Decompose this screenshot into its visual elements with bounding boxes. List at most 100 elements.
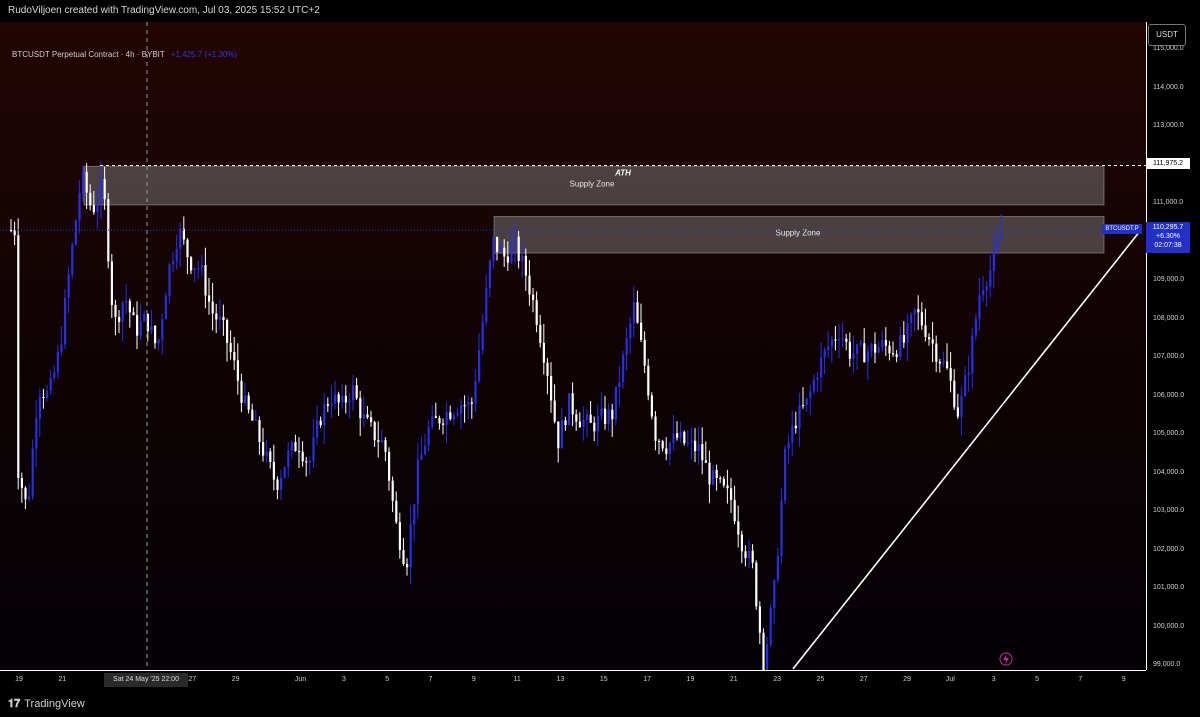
price-tick-label: 100,000.0 xyxy=(1153,622,1185,630)
price-tick-label: 114,000.0 xyxy=(1153,83,1184,91)
bear-candle xyxy=(294,442,297,452)
bull-candle xyxy=(960,395,963,417)
bull-candle xyxy=(769,607,772,645)
bear-candle xyxy=(13,230,16,236)
bull-candle xyxy=(330,403,333,406)
bear-candle xyxy=(154,325,157,344)
bear-candle xyxy=(726,485,729,489)
bull-candle xyxy=(625,338,628,355)
bull-candle xyxy=(38,396,41,419)
bear-candle xyxy=(103,179,106,200)
bull-candle xyxy=(974,318,977,336)
time-tick-label: 7 xyxy=(428,676,433,683)
bull-candle xyxy=(690,440,693,443)
bear-candle xyxy=(359,398,362,419)
bear-candle xyxy=(758,606,761,633)
bear-candle xyxy=(542,342,545,363)
bear-candle xyxy=(643,339,646,366)
bear-candle xyxy=(118,316,121,322)
bear-candle xyxy=(719,477,722,480)
bear-candle xyxy=(604,408,607,425)
tradingview-logo-icon: 𝟏𝟕 xyxy=(8,698,21,710)
bear-candle xyxy=(751,550,754,563)
bear-candle xyxy=(715,470,718,478)
symbol-legend: BTCUSDT Perpetual Contract · 4h · BYBIT +… xyxy=(12,50,237,59)
bull-candle xyxy=(35,418,38,449)
bull-candle xyxy=(121,302,124,322)
bull-candle xyxy=(784,448,787,501)
plot-area[interactable]: Supply Zone Supply Zone ATH BTCUSDT Perpe… xyxy=(0,22,1146,670)
bull-candle xyxy=(614,386,617,420)
bull-candle xyxy=(244,395,247,404)
bull-candle xyxy=(679,431,682,438)
bull-candle xyxy=(985,286,988,291)
bull-candle xyxy=(668,442,671,454)
bear-candle xyxy=(438,417,441,424)
bull-candle xyxy=(629,323,632,339)
time-tick-label: 11 xyxy=(513,676,521,683)
bull-candle xyxy=(334,394,337,404)
bear-candle xyxy=(272,461,275,480)
bull-candle xyxy=(200,265,203,269)
bear-candle xyxy=(355,385,358,399)
bear-candle xyxy=(470,402,473,404)
symbol-name: BTCUSDT Perpetual Contract · 4h · BYBIT xyxy=(12,50,165,59)
bear-candle xyxy=(733,499,736,522)
bull-candle xyxy=(380,440,383,442)
bear-candle xyxy=(920,312,923,326)
time-tick-label: 19 xyxy=(15,676,23,683)
bull-candle xyxy=(424,445,427,455)
candlestick-chart[interactable]: Supply ZoneSupply Zone ATH xyxy=(0,22,1146,670)
bear-candle xyxy=(128,301,131,313)
bear-candle xyxy=(953,380,956,408)
time-tick-label: 29 xyxy=(231,676,240,683)
bull-candle xyxy=(460,405,463,414)
bull-candle xyxy=(910,314,913,324)
bull-candle xyxy=(672,433,675,443)
bear-candle xyxy=(546,362,549,377)
price-tick-label: 107,000.0 xyxy=(1153,353,1185,360)
bear-candle xyxy=(917,309,920,313)
price-axis[interactable]: 115,000.0114,000.0113,000.0112,000.0111,… xyxy=(1146,22,1200,670)
bull-candle xyxy=(618,382,621,387)
bear-candle xyxy=(902,335,905,343)
attribution-text: RudoViljoen created with TradingView.com… xyxy=(8,5,320,16)
bear-candle xyxy=(247,395,250,410)
bear-candle xyxy=(834,339,837,341)
tradingview-logo[interactable]: 𝟏𝟕 TradingView xyxy=(8,698,85,711)
bear-candle xyxy=(398,522,401,550)
bull-candle xyxy=(31,448,34,497)
bear-candle xyxy=(575,414,578,422)
bear-candle xyxy=(388,451,391,481)
time-tick-label: 25 xyxy=(816,676,825,683)
header-bar: RudoViljoen created with TradingView.com… xyxy=(0,0,1200,22)
bull-candle xyxy=(820,357,823,378)
bear-candle xyxy=(589,414,592,423)
bull-candle xyxy=(82,171,85,194)
time-tick-label: 9 xyxy=(471,676,476,683)
bear-candle xyxy=(949,368,952,381)
time-tick-label: 9 xyxy=(1121,676,1126,683)
bull-candle xyxy=(766,644,769,670)
time-tick-label: 5 xyxy=(385,676,390,683)
current-price: 110,295.7 xyxy=(1152,224,1184,231)
bear-candle xyxy=(730,488,733,500)
bear-candle xyxy=(578,421,581,428)
bear-candle xyxy=(301,451,304,462)
bear-candle xyxy=(114,304,117,317)
bull-candle xyxy=(982,290,985,296)
time-tick-label: 17 xyxy=(643,676,652,683)
bull-candle xyxy=(1000,233,1003,240)
currency-button[interactable]: USDT xyxy=(1148,24,1186,46)
bear-candle xyxy=(640,322,643,340)
bull-candle xyxy=(100,179,103,203)
bull-candle xyxy=(280,477,283,490)
bear-candle xyxy=(535,300,538,325)
bear-candle xyxy=(524,255,527,276)
bull-candle xyxy=(870,344,873,352)
bull-candle xyxy=(809,391,812,399)
bear-candle xyxy=(20,478,23,488)
bear-candle xyxy=(845,338,848,342)
bull-candle xyxy=(838,339,841,341)
ath-price-label: 111,975.2 xyxy=(1146,158,1190,169)
